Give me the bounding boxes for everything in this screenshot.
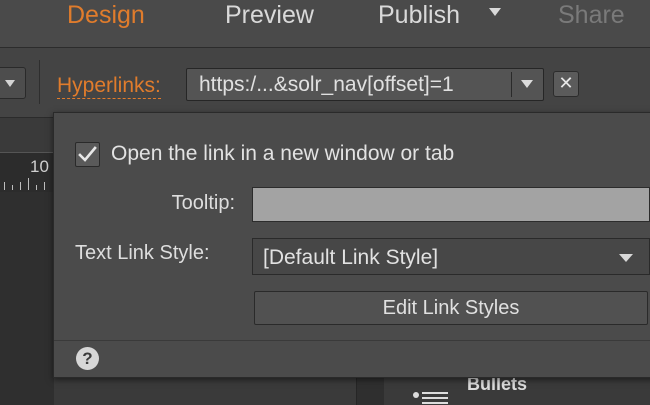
bullets-icon bbox=[413, 392, 448, 404]
ruler-tick bbox=[36, 185, 37, 190]
edit-link-styles-button[interactable]: Edit Link Styles bbox=[254, 291, 648, 325]
remove-hyperlink-button[interactable]: ✕ bbox=[553, 71, 579, 97]
menu-design[interactable]: Design bbox=[67, 0, 145, 32]
hyperlinks-label[interactable]: Hyperlinks: bbox=[57, 74, 161, 99]
close-icon: ✕ bbox=[558, 73, 574, 93]
chevron-down-icon[interactable] bbox=[489, 8, 501, 16]
ruler-tick bbox=[28, 178, 29, 190]
panel-scroll-strip bbox=[356, 378, 384, 405]
canvas-area bbox=[0, 192, 54, 405]
menu-share[interactable]: Share bbox=[558, 0, 625, 32]
chevron-down-icon bbox=[5, 80, 15, 87]
combobox-divider bbox=[511, 72, 512, 97]
new-window-checkbox[interactable] bbox=[75, 142, 100, 167]
checkmark-icon bbox=[78, 146, 97, 162]
ruler-tick bbox=[4, 182, 5, 190]
ruler-number: 10 bbox=[30, 157, 49, 176]
tooltip-input[interactable] bbox=[252, 187, 650, 222]
hyperlink-url-combobox[interactable]: https:/...&solr_nav[offset]=1 bbox=[186, 68, 544, 101]
new-window-label[interactable]: Open the link in a new window or tab bbox=[111, 142, 454, 166]
hyperlink-toolbar: Hyperlinks: https:/...&solr_nav[offset]=… bbox=[0, 48, 650, 118]
hyperlink-options-panel: Open the link in a new window or tab Too… bbox=[53, 112, 650, 378]
left-dropdown[interactable] bbox=[0, 67, 26, 99]
ruler-tick bbox=[12, 185, 13, 190]
link-style-label: Text Link Style: bbox=[75, 242, 210, 264]
panel-divider bbox=[54, 340, 650, 341]
chevron-down-icon bbox=[619, 254, 633, 262]
link-style-dropdown[interactable]: [Default Link Style] bbox=[252, 238, 650, 275]
chevron-down-icon[interactable] bbox=[521, 80, 533, 88]
menu-publish[interactable]: Publish bbox=[378, 0, 460, 32]
link-style-value: [Default Link Style] bbox=[263, 246, 439, 269]
ruler-tick bbox=[20, 182, 21, 190]
ruler-tick bbox=[44, 182, 45, 190]
tooltip-label: Tooltip: bbox=[171, 192, 235, 214]
ruler: 10 bbox=[0, 152, 54, 192]
hyperlink-url-value[interactable]: https:/...&solr_nav[offset]=1 bbox=[199, 73, 454, 97]
menu-preview[interactable]: Preview bbox=[225, 0, 314, 32]
toolbar-divider bbox=[39, 60, 40, 104]
top-menu-bar: Design Preview Publish Share bbox=[0, 0, 650, 48]
help-icon[interactable]: ? bbox=[76, 347, 99, 370]
